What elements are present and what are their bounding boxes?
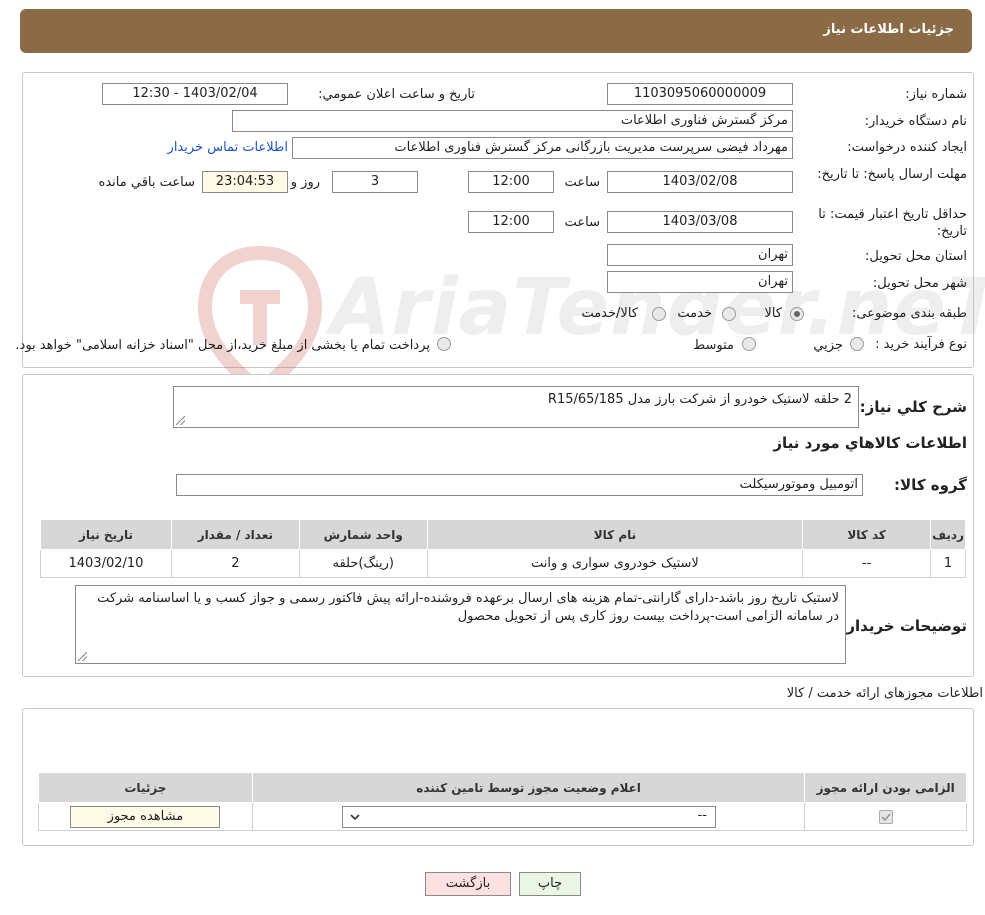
goods-section-title: اطلاعات كالاهاي مورد نياز [773, 434, 967, 452]
table-row: 1 -- لاستیک خودروی سواری و وانت (رينگ)حل… [40, 549, 966, 578]
license-required-checkbox[interactable] [878, 809, 893, 824]
category-label: طبقه بندی موضوعی: [851, 306, 967, 321]
resize-handle-icon[interactable] [78, 652, 87, 661]
creator-label: ايجاد کننده درخواست: [847, 140, 967, 155]
province-field: تهران [607, 244, 793, 266]
license-status-value: -- [697, 807, 707, 823]
col-header-unit: واحد شمارش [298, 519, 428, 550]
validity-date-field: 1403/03/08 [607, 211, 793, 233]
process-label: نوع فرآيند خريد : [875, 337, 967, 352]
category-option-service: خدمت [677, 306, 712, 321]
page-header: جزئیات اطلاعات نیاز [20, 9, 972, 53]
cell-unit: (رينگ)حلقه [298, 549, 428, 578]
cell-goods-name: لاستیک خودروی سواری و وانت [426, 549, 804, 578]
goods-table: رديف کد کالا نام کالا واحد شمارش تعداد /… [40, 519, 966, 578]
category-radio-service[interactable] [722, 307, 736, 321]
category-radio-goods[interactable] [790, 307, 804, 321]
license-status-select[interactable]: -- [341, 805, 716, 828]
cell-row-number: 1 [930, 549, 966, 578]
need-number-field: 1103095060000009 [607, 83, 793, 105]
col-header-license-details: جزئیات [38, 772, 253, 803]
goods-table-header-row: رديف کد کالا نام کالا واحد شمارش تعداد /… [40, 519, 966, 550]
remaining-days-field: 3 [332, 171, 418, 193]
category-radio-goods-service[interactable] [652, 307, 666, 321]
cell-goods-code: -- [802, 549, 932, 578]
table-row: -- مشاهده مجوز [38, 802, 967, 831]
buyer-org-label: نام دستگاه خريدار: [864, 114, 967, 129]
watermark-logo-icon [197, 245, 323, 399]
need-number-label: شماره نیاز: [905, 87, 967, 102]
deadline-time-label: ساعت [564, 175, 600, 190]
validity-time-field: 12:00 [468, 211, 554, 233]
category-option-goods-service: کالا/خدمت [581, 306, 638, 321]
buyer-notes-text: لاستیک تاریخ روز باشد-دارای گارانتی-تمام… [97, 591, 839, 624]
city-label: شهر محل تحويل: [872, 276, 967, 291]
creator-field: مهرداد فیضی سرپرست مدیریت بازرگانی مرکز … [292, 137, 793, 159]
cell-license-status: -- [251, 802, 806, 831]
resize-handle-icon[interactable] [176, 416, 185, 425]
process-radio-minor[interactable] [850, 337, 864, 351]
checkmark-icon [881, 812, 891, 821]
description-textarea[interactable]: 2 حلقه لاستیک خودرو از شرکت بارز مدل R15… [173, 386, 859, 428]
process-option-minor: جزيي [813, 338, 843, 353]
validity-time-label: ساعت [564, 215, 600, 230]
col-header-license-status: اعلام وضعیت مجوز توسط تامین کننده [251, 772, 806, 803]
cell-need-date: 1403/02/10 [40, 549, 172, 578]
announce-datetime-label: تاریخ و ساعت اعلان عمومي: [318, 87, 475, 102]
page-title: جزئیات اطلاعات نیاز [823, 22, 954, 37]
deadline-label: مهلت ارسال پاسخ: تا تاريخ: [817, 167, 967, 182]
deadline-date-field: 1403/02/08 [607, 171, 793, 193]
cell-license-details: مشاهده مجوز [38, 802, 253, 831]
col-header-goods-code: کد کالا [802, 519, 932, 550]
announce-datetime-field: 1403/02/04 - 12:30 [102, 83, 288, 105]
licenses-section-title: اطلاعات مجوزهای ارائه خدمت / کالا [786, 686, 983, 701]
province-label: استان محل تحويل: [865, 249, 967, 264]
cell-license-required [804, 802, 967, 831]
description-label: شرح كلي نياز: [859, 398, 967, 416]
validity-label: حداقل تاريخ اعتبار قيمت: تا تاريخ: [818, 207, 967, 239]
print-button[interactable]: چاپ [519, 872, 581, 896]
buyer-notes-label: توضيحات خريدار: [840, 617, 967, 635]
view-license-button[interactable]: مشاهده مجوز [70, 805, 221, 828]
buyer-notes-textarea[interactable]: لاستیک تاریخ روز باشد-دارای گارانتی-تمام… [75, 585, 846, 664]
deadline-time-field: 12:00 [468, 171, 554, 193]
goods-group-label: گروه کالا: [894, 476, 967, 494]
process-option-medium: متوسط [693, 338, 734, 353]
process-treasury-note: پرداخت تمام يا بخشی از مبلغ خريد،از محل … [15, 338, 430, 353]
col-header-goods-name: نام کالا [426, 519, 804, 550]
category-option-goods: کالا [764, 306, 782, 321]
chevron-down-icon [350, 813, 360, 820]
cell-quantity: 2 [170, 549, 300, 578]
goods-group-field: اتومبيل وموتورسيكلت [176, 474, 863, 496]
remaining-time-label: ساعت باقي مانده [98, 175, 195, 190]
col-header-quantity: تعداد / مقدار [170, 519, 300, 550]
col-header-license-required: الزامی بودن ارائه مجوز [804, 772, 967, 803]
licenses-table: الزامی بودن ارائه مجوز اعلام وضعیت مجوز … [38, 772, 967, 831]
remaining-time-field: 23:04:53 [202, 171, 288, 193]
buyer-contact-link[interactable]: اطلاعات تماس خريدار [168, 140, 288, 155]
process-radio-medium[interactable] [742, 337, 756, 351]
process-radio-treasury[interactable] [437, 337, 451, 351]
licenses-table-header-row: الزامی بودن ارائه مجوز اعلام وضعیت مجوز … [38, 772, 967, 803]
col-header-need-date: تاريخ نياز [40, 519, 172, 550]
days-label: روز و [290, 175, 320, 190]
col-header-row-number: رديف [930, 519, 966, 550]
description-text: 2 حلقه لاستیک خودرو از شرکت بارز مدل R15… [547, 392, 852, 407]
buyer-org-field: مرکز گسترش فناوری اطلاعات [232, 110, 793, 132]
city-field: تهران [607, 271, 793, 293]
back-button[interactable]: بازگشت [425, 872, 511, 896]
